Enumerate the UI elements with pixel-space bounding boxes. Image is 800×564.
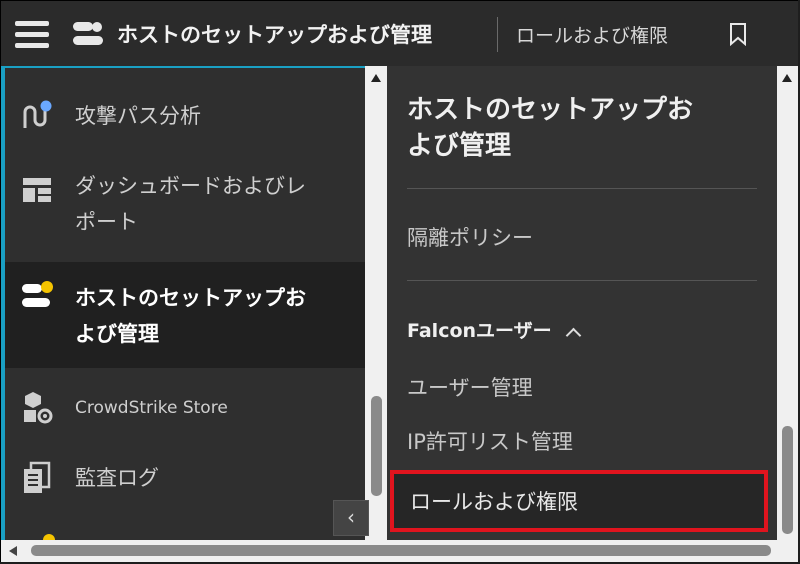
sidebar-item-label-line2: よび管理 (75, 322, 159, 346)
audit-log-icon (24, 461, 51, 493)
horizontal-scrollbar[interactable] (1, 540, 798, 562)
sidebar-item-audit-log[interactable]: 監査ログ (5, 456, 365, 500)
sidebar-item-store[interactable]: CrowdStrike Store (5, 386, 365, 430)
menu-item-roles-permissions[interactable]: ロールおよび権限 (390, 470, 768, 532)
menu-link-user-management[interactable]: ユーザー管理 (407, 372, 533, 402)
menu-link-ip-allowlist[interactable]: IP許可リスト管理 (407, 426, 573, 456)
scroll-left-icon[interactable] (9, 546, 17, 556)
hamburger-icon[interactable] (15, 21, 49, 49)
scrollbar-corner (777, 540, 798, 562)
submenu-panel: ホストのセットアップお よび管理 隔離ポリシー Falconユーザー ユーザー管… (387, 66, 777, 540)
group-label: Falconユーザー (407, 320, 552, 342)
sidebar-item-host-setup[interactable]: ホストのセットアップお よび管理 (5, 262, 365, 368)
collapse-sidebar-button[interactable]: ‹ (333, 500, 369, 536)
sidebar-item-label-line2: ポート (75, 210, 138, 234)
scrollbar-thumb[interactable] (31, 545, 771, 556)
divider (407, 188, 757, 189)
sidebar-item-label-line1: ホストのセットアップお (75, 286, 306, 310)
sidebar-item-dashboards[interactable]: ダッシュボードおよびレ ポート (5, 168, 365, 248)
breadcrumb-divider (497, 17, 498, 52)
panel-title-line1: ホストのセットアップお (407, 95, 694, 125)
store-icon (24, 392, 53, 424)
scroll-up-icon[interactable] (782, 74, 792, 82)
sidebar-item-label: 攻撃パス分析 (75, 104, 201, 128)
divider (407, 280, 757, 281)
sidebar-scrollbar[interactable] (365, 66, 387, 540)
host-setup-icon (73, 22, 103, 45)
panel-scrollbar[interactable] (777, 66, 798, 540)
scrollbar-thumb[interactable] (371, 396, 382, 496)
top-header: ホストのセットアップおよび管理 ロールおよび権限 (1, 1, 798, 67)
sidebar-item-attack-path[interactable]: 攻撃パス分析 (5, 96, 365, 136)
sidebar-item-label: CrowdStrike Store (75, 398, 228, 418)
panel-title: ホストのセットアップお よび管理 (407, 92, 747, 164)
chevron-up-icon (565, 327, 581, 344)
menu-link-isolation-policy[interactable]: 隔離ポリシー (407, 222, 533, 252)
sidebar-item-label-line1: ダッシュボードおよびレ (75, 174, 306, 198)
scrollbar-thumb[interactable] (782, 426, 793, 534)
bookmark-icon[interactable] (727, 22, 749, 46)
sidebar-nav: 攻撃パス分析 ダッシュボードおよびレ ポート ホストのセットアップお よび管理 … (1, 66, 365, 540)
sidebar-item-label: 監査ログ (75, 466, 159, 490)
breadcrumb-current[interactable]: ロールおよび権限 (516, 21, 668, 48)
group-falcon-users[interactable]: Falconユーザー (407, 316, 581, 344)
scroll-up-icon[interactable] (371, 74, 381, 82)
attack-path-icon (23, 100, 52, 128)
panel-title-line2: よび管理 (407, 131, 512, 161)
menu-link-roles-permissions[interactable]: ロールおよび権限 (410, 486, 578, 516)
host-setup-icon (22, 281, 53, 307)
page-title: ホストのセットアップおよび管理 (117, 23, 432, 47)
dashboard-icon (23, 178, 51, 202)
